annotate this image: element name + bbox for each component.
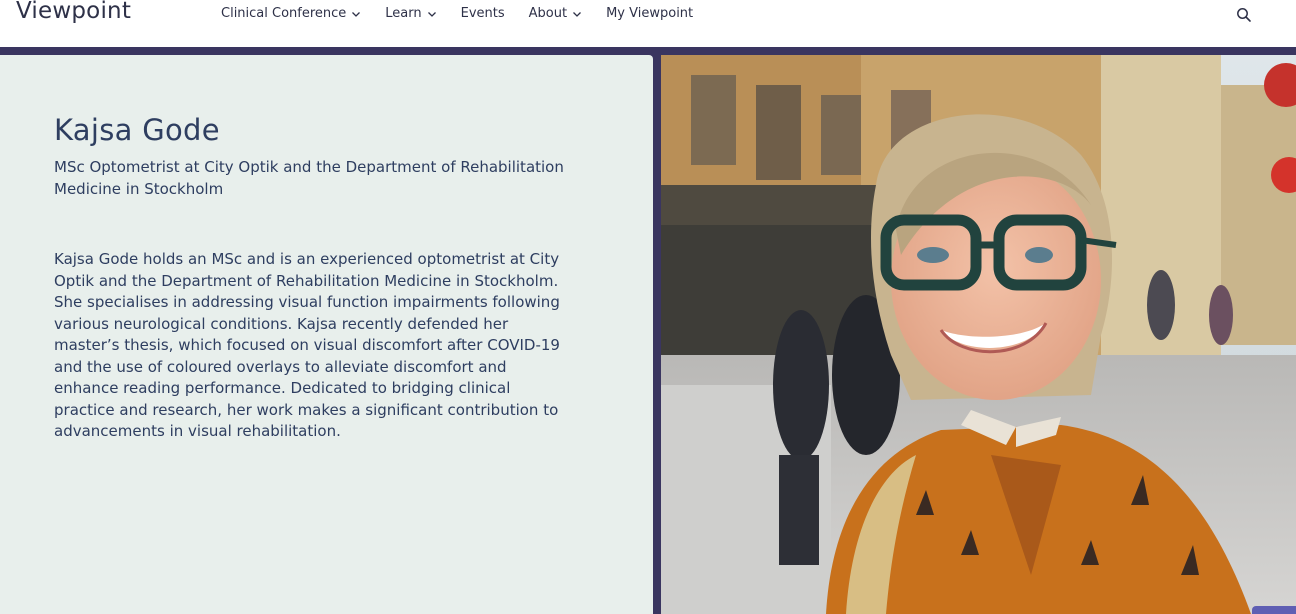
search-icon[interactable] [1236,7,1252,23]
profile-photo [661,55,1296,614]
chevron-down-icon [427,11,436,17]
nav-item-label: My Viewpoint [606,6,694,21]
nav-item-about[interactable]: About [529,6,582,21]
profile-bio: Kajsa Gode holds an MSc and is an experi… [54,250,560,440]
nav-item-label: Learn [385,6,422,21]
nav-item-label: Events [460,6,505,21]
profile-photo-illustration [661,55,1296,614]
nav-item-label: About [528,6,568,21]
profile-name: Kajsa Gode [54,113,220,147]
nav-item-label: Clinical Conference [221,6,347,21]
nav-item-events[interactable]: Events [461,6,505,21]
main-nav: Clinical Conference Learn Events About M… [221,6,717,21]
nav-item-my-viewpoint[interactable]: My Viewpoint [606,6,693,21]
site-header: Viewpoint Clinical Conference Learn Even… [0,0,1296,47]
profile-role: MSc Optometrist at City Optik and the De… [54,158,564,198]
nav-item-learn[interactable]: Learn [385,6,436,21]
nav-item-clinical-conference[interactable]: Clinical Conference [221,6,361,21]
feedback-tab[interactable] [1252,606,1296,614]
site-logo[interactable]: Viewpoint [16,0,131,24]
chevron-down-icon [352,11,361,17]
chevron-down-icon [573,11,582,17]
